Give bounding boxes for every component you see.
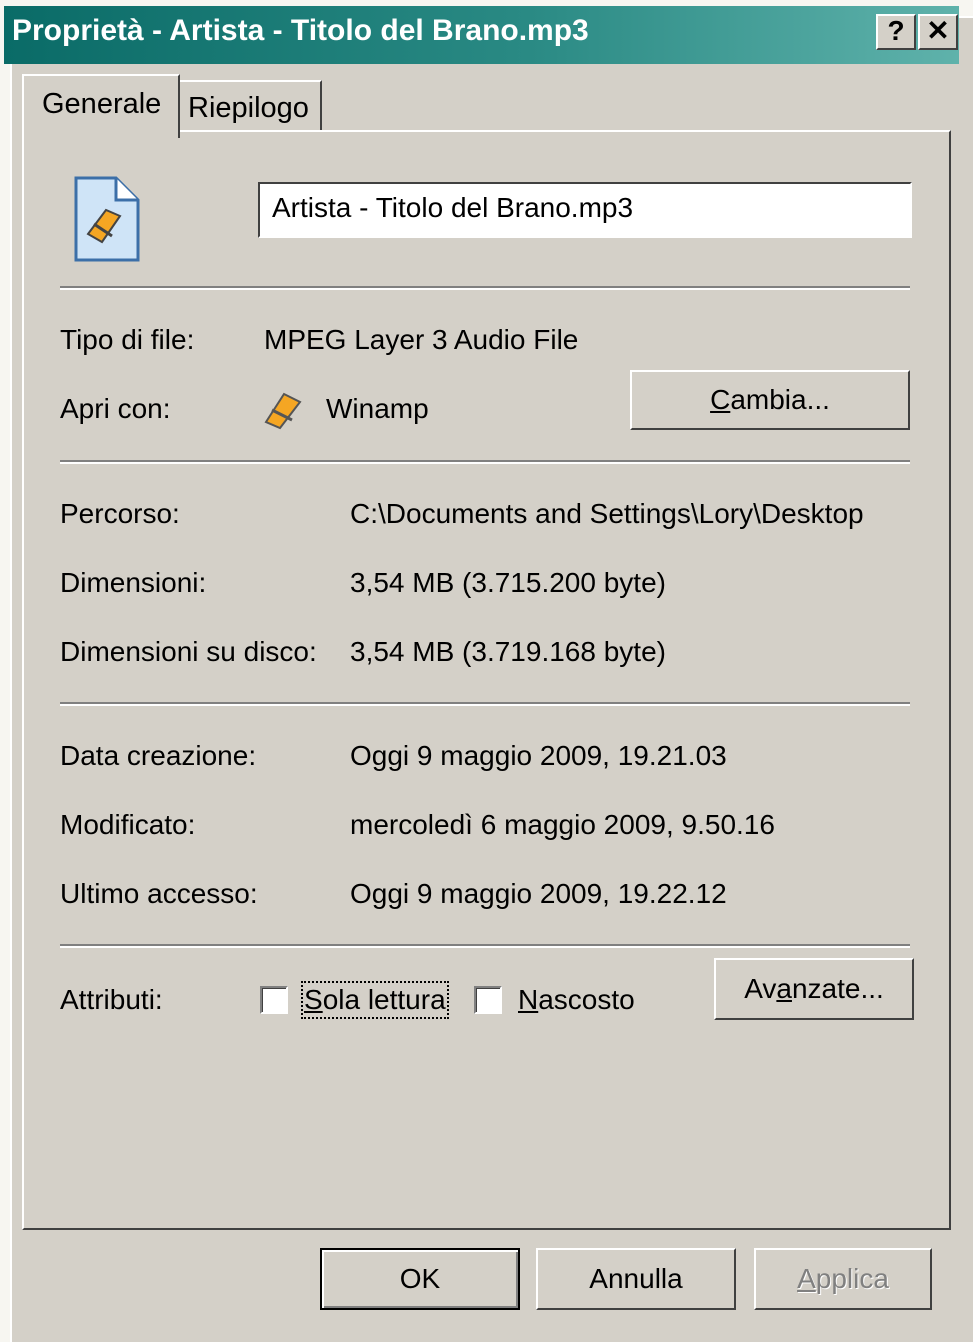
cancel-button[interactable]: Annulla — [536, 1248, 736, 1310]
ok-button[interactable]: OK — [320, 1248, 520, 1310]
created-label: Data creazione: — [60, 740, 257, 771]
separator — [60, 702, 910, 706]
hidden-label[interactable]: Nascosto — [518, 984, 635, 1016]
tab-general-label: Generale — [42, 88, 162, 120]
file-type-label: Tipo di file: — [60, 324, 195, 355]
help-button[interactable]: ? — [876, 14, 916, 50]
file-name-field[interactable]: Artista - Titolo del Brano.mp3 — [258, 182, 912, 238]
open-with-label: Apri con: — [60, 393, 171, 424]
size-on-disk-value: 3,54 MB (3.719.168 byte) — [350, 636, 666, 667]
size-label: Dimensioni: — [60, 567, 207, 598]
size-value: 3,54 MB (3.715.200 byte) — [350, 567, 666, 598]
size-on-disk-label: Dimensioni su disco: — [60, 636, 317, 667]
general-tab-panel — [22, 130, 951, 1230]
readonly-label[interactable]: Sola lettura — [301, 981, 449, 1019]
separator — [60, 944, 910, 948]
close-icon: ✕ — [926, 15, 950, 46]
attributes-label: Attributi: — [60, 984, 163, 1015]
created-value: Oggi 9 maggio 2009, 19.21.03 — [350, 740, 727, 771]
tab-general[interactable]: Generale — [22, 74, 180, 138]
window-title: Proprietà - Artista - Titolo del Brano.m… — [12, 14, 589, 47]
apply-button[interactable]: Applica — [754, 1248, 932, 1310]
title-bar[interactable]: Proprietà - Artista - Titolo del Brano.m… — [4, 6, 959, 64]
modified-label: Modificato: — [60, 809, 196, 840]
winamp-file-icon — [74, 176, 140, 262]
accessed-value: Oggi 9 maggio 2009, 19.22.12 — [350, 878, 727, 909]
file-type-value: MPEG Layer 3 Audio File — [264, 324, 579, 355]
separator — [60, 460, 910, 464]
change-button[interactable]: Cambia... — [630, 370, 910, 430]
modified-value: mercoledì 6 maggio 2009, 9.50.16 — [350, 809, 775, 840]
separator — [60, 286, 910, 290]
path-value: C:\Documents and Settings\Lory\Desktop — [350, 498, 864, 529]
winamp-icon — [264, 392, 302, 430]
tab-summary[interactable]: Riepilogo — [176, 80, 322, 132]
hidden-checkbox[interactable] — [474, 986, 502, 1014]
readonly-checkbox[interactable] — [260, 986, 288, 1014]
open-with-app: Winamp — [326, 393, 429, 424]
tab-summary-label: Riepilogo — [188, 92, 309, 124]
advanced-button[interactable]: Avanzate... — [714, 958, 914, 1020]
accessed-label: Ultimo accesso: — [60, 878, 258, 909]
path-label: Percorso: — [60, 498, 180, 529]
close-button[interactable]: ✕ — [918, 14, 958, 50]
